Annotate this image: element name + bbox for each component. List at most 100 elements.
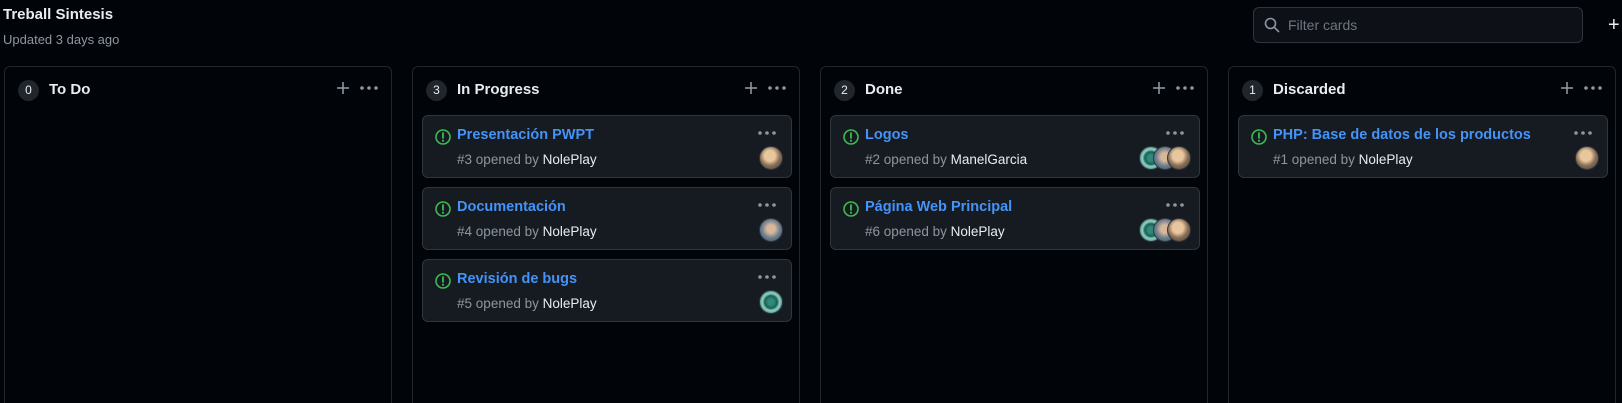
issue-number: #2 xyxy=(865,152,881,167)
column-title: In Progress xyxy=(457,81,540,98)
column-count-badge: 2 xyxy=(834,80,855,101)
issue-card[interactable]: Logos #2 opened by ManelGarcia xyxy=(830,115,1200,178)
column-title: Done xyxy=(865,81,903,98)
column-menu-button[interactable] xyxy=(1173,76,1201,100)
issue-opened-icon xyxy=(842,128,860,146)
column-title: Discarded xyxy=(1273,81,1346,98)
opened-by-text: opened by xyxy=(883,224,947,239)
column-in-progress: 3 In Progress Presentación PWPT #3 opened b… xyxy=(412,66,800,403)
add-card-button[interactable] xyxy=(739,76,763,100)
kebab-horizontal-icon xyxy=(755,201,779,218)
issue-title-link[interactable]: Documentación xyxy=(457,199,566,215)
column-menu-button[interactable] xyxy=(765,76,793,100)
card-menu-button[interactable] xyxy=(1163,124,1187,142)
avatar[interactable] xyxy=(759,290,783,314)
column-menu-button[interactable] xyxy=(357,76,385,100)
issue-title-link[interactable]: Presentación PWPT xyxy=(457,127,594,143)
assignee-avatars xyxy=(759,218,783,242)
column-header: 3 In Progress xyxy=(413,67,799,115)
opened-by-text: opened by xyxy=(1291,152,1355,167)
issue-card[interactable]: Página Web Principal #6 opened by NolePla… xyxy=(830,187,1200,250)
issue-meta: #1 opened by NolePlay xyxy=(1273,152,1413,167)
issue-meta: #4 opened by NolePlay xyxy=(457,224,597,239)
avatar[interactable] xyxy=(759,218,783,242)
issue-author-link[interactable]: NolePlay xyxy=(1359,152,1413,167)
add-card-button[interactable] xyxy=(1147,76,1171,100)
kebab-horizontal-icon xyxy=(1571,129,1595,146)
issue-number: #1 xyxy=(1273,152,1289,167)
card-menu-button[interactable] xyxy=(755,196,779,214)
opened-by-text: opened by xyxy=(475,152,539,167)
plus-icon xyxy=(1555,82,1579,104)
issue-meta: #6 opened by NolePlay xyxy=(865,224,1005,239)
issue-card[interactable]: PHP: Base de datos de los productos #1 op… xyxy=(1238,115,1608,178)
issue-author-link[interactable]: NolePlay xyxy=(951,224,1005,239)
avatar[interactable] xyxy=(759,146,783,170)
issue-opened-icon xyxy=(1250,128,1268,146)
issue-opened-icon xyxy=(434,200,452,218)
column-menu-button[interactable] xyxy=(1581,76,1609,100)
add-card-button[interactable] xyxy=(331,76,355,100)
card-menu-button[interactable] xyxy=(1163,196,1187,214)
assignee-avatars xyxy=(1575,146,1599,170)
add-column-button[interactable]: + xyxy=(1608,10,1622,40)
filter-cards-input[interactable] xyxy=(1288,17,1578,33)
card-menu-button[interactable] xyxy=(755,268,779,286)
avatar[interactable] xyxy=(1167,146,1191,170)
opened-by-text: opened by xyxy=(475,296,539,311)
issue-opened-icon xyxy=(842,200,860,218)
project-header: Treball Sintesis Updated 3 days ago + xyxy=(0,0,1622,60)
column-to-do: 0 To Do xyxy=(4,66,392,403)
column-done: 2 Done Logos #2 opened by ManelGarcia Página… xyxy=(820,66,1208,403)
issue-meta: #2 opened by ManelGarcia xyxy=(865,152,1027,167)
issue-number: #4 xyxy=(457,224,473,239)
issue-author-link[interactable]: NolePlay xyxy=(543,152,597,167)
column-header: 1 Discarded xyxy=(1229,67,1615,115)
kebab-horizontal-icon xyxy=(765,86,789,104)
plus-icon xyxy=(331,82,355,104)
kebab-horizontal-icon xyxy=(755,129,779,146)
issue-meta: #3 opened by NolePlay xyxy=(457,152,597,167)
issue-title-link[interactable]: PHP: Base de datos de los productos xyxy=(1273,127,1531,143)
issue-meta: #5 opened by NolePlay xyxy=(457,296,597,311)
issue-number: #3 xyxy=(457,152,473,167)
issue-card[interactable]: Documentación #4 opened by NolePlay xyxy=(422,187,792,250)
column-header: 0 To Do xyxy=(5,67,391,115)
issue-author-link[interactable]: NolePlay xyxy=(543,224,597,239)
opened-by-text: opened by xyxy=(475,224,539,239)
issue-title-link[interactable]: Página Web Principal xyxy=(865,199,1012,215)
issue-author-link[interactable]: NolePlay xyxy=(543,296,597,311)
project-title[interactable]: Treball Sintesis xyxy=(3,6,113,23)
issue-title-link[interactable]: Revisión de bugs xyxy=(457,271,577,287)
column-discarded: 1 Discarded PHP: Base de datos de los prod… xyxy=(1228,66,1616,403)
card-menu-button[interactable] xyxy=(755,124,779,142)
issue-opened-icon xyxy=(434,272,452,290)
avatar[interactable] xyxy=(1575,146,1599,170)
issue-card[interactable]: Revisión de bugs #5 opened by NolePlay xyxy=(422,259,792,322)
issue-number: #5 xyxy=(457,296,473,311)
assignee-avatars xyxy=(1139,146,1191,170)
kebab-horizontal-icon xyxy=(755,273,779,290)
project-updated-text: Updated 3 days ago xyxy=(3,32,120,47)
issue-card[interactable]: Presentación PWPT #3 opened by NolePlay xyxy=(422,115,792,178)
add-card-button[interactable] xyxy=(1555,76,1579,100)
kebab-horizontal-icon xyxy=(1173,86,1197,104)
issue-title-link[interactable]: Logos xyxy=(865,127,909,143)
plus-icon xyxy=(739,82,763,104)
kebab-horizontal-icon xyxy=(357,86,381,104)
issue-author-link[interactable]: ManelGarcia xyxy=(951,152,1028,167)
column-header: 2 Done xyxy=(821,67,1207,115)
filter-cards-box[interactable] xyxy=(1253,7,1583,43)
avatar[interactable] xyxy=(1167,218,1191,242)
column-count-badge: 0 xyxy=(18,80,39,101)
column-count-badge: 1 xyxy=(1242,80,1263,101)
assignee-avatars xyxy=(1139,218,1191,242)
opened-by-text: opened by xyxy=(883,152,947,167)
card-menu-button[interactable] xyxy=(1571,124,1595,142)
column-title: To Do xyxy=(49,81,91,98)
kebab-horizontal-icon xyxy=(1163,201,1187,218)
issue-opened-icon xyxy=(434,128,452,146)
search-icon xyxy=(1264,17,1280,33)
assignee-avatars xyxy=(759,146,783,170)
kebab-horizontal-icon xyxy=(1163,129,1187,146)
